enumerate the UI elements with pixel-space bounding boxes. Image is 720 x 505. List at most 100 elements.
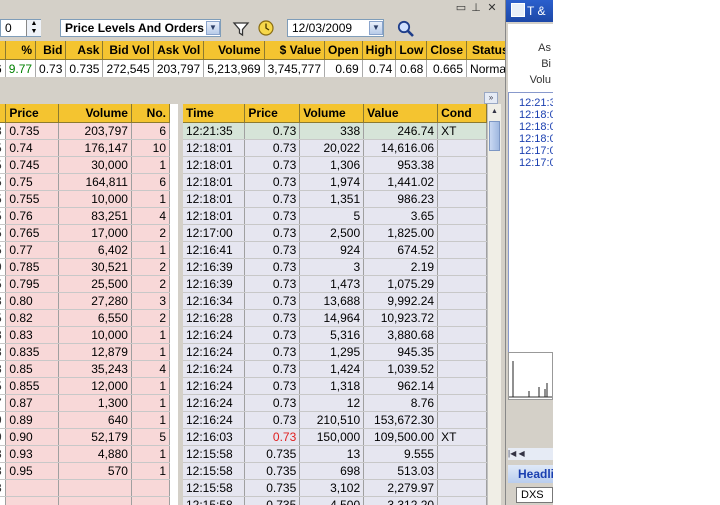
quote-header-cell[interactable]: $ Value [264, 41, 326, 60]
table-row[interactable]: 12:18:01 0.73 1,351 986.23 [183, 190, 487, 208]
quote-header-cell[interactable]: Ask [65, 41, 104, 60]
table-row[interactable]: 70.871,3001 [0, 394, 171, 412]
table-row[interactable] [0, 496, 171, 505]
vertical-scrollbar[interactable]: ▲ [487, 104, 501, 505]
log-time: 12:17:0 [519, 157, 553, 169]
quote-header-cell[interactable]: % [5, 41, 37, 60]
time-cell: 12:16:24 [183, 394, 246, 412]
chevron-down-icon[interactable]: ▼ [369, 21, 383, 35]
table-row[interactable]: 50.74530,0001 [0, 156, 171, 174]
table-row[interactable]: 12:16:28 0.73 14,964 10,923.72 [183, 309, 487, 327]
table-row[interactable]: 50.7683,2514 [0, 207, 171, 225]
table-row[interactable]: 50.75510,0001 [0, 190, 171, 208]
table-row[interactable]: 50.826,5502 [0, 309, 171, 327]
price-cell: 0.90 [5, 428, 59, 446]
table-row[interactable]: 50.85512,0001 [0, 377, 171, 395]
table-row[interactable]: 80.735203,7976 [0, 122, 171, 140]
pin-icon[interactable]: ⊥ [469, 1, 483, 15]
prev-page-icon[interactable]: ◀ [518, 449, 524, 458]
table-row[interactable]: 30.8027,2803 [0, 292, 171, 310]
view-select[interactable]: Price Levels And Orders ▼ [60, 19, 221, 37]
table-row[interactable]: 12:16:24 0.73 1,295 945.35 [183, 343, 487, 361]
table-row[interactable]: 50.776,4021 [0, 241, 171, 259]
table-row[interactable]: 30.8310,0001 [0, 326, 171, 344]
levels-header-price[interactable]: Price [5, 104, 59, 123]
table-row[interactable]: 30.955701 [0, 462, 171, 480]
quote-summary: % Bid Ask Bid Vol Ask Vol Volume $ Value Open Hi… [0, 41, 505, 77]
quote-header-cell[interactable]: Low [395, 41, 428, 60]
table-row[interactable]: 12:16:41 0.73 924 674.52 [183, 241, 487, 259]
table-row[interactable]: 30.934,8801 [0, 445, 171, 463]
table-row[interactable]: 12:18:01 0.73 20,022 14,616.06 [183, 139, 487, 157]
table-row[interactable]: 90.896401 [0, 411, 171, 429]
scrollbar-thumb[interactable] [489, 121, 500, 151]
table-row[interactable]: 12:16:24 0.73 12 8.76 [183, 394, 487, 412]
quote-header-cell[interactable]: Volume [203, 41, 265, 60]
table-row[interactable]: 12:15:58 0.735 3,102 2,279.97 [183, 479, 487, 497]
scroll-up-icon[interactable]: ▲ [489, 105, 500, 119]
restore-window-icon[interactable]: ▭ [454, 1, 468, 15]
table-row[interactable]: 30.8535,2434 [0, 360, 171, 378]
table-row[interactable]: 50.74176,14710 [0, 139, 171, 157]
table-row[interactable]: 50.75164,8116 [0, 173, 171, 191]
table-row[interactable]: 12:16:39 0.73 3 2.19 [183, 258, 487, 276]
levels-header-volume[interactable]: Volume [58, 104, 132, 123]
quote-header-cell[interactable]: Bid [35, 41, 67, 60]
table-row[interactable]: 12:15:58 0.735 13 9.555 [183, 445, 487, 463]
table-row[interactable]: 50.76517,0002 [0, 224, 171, 242]
search-icon[interactable] [396, 19, 416, 39]
table-row[interactable]: 12:16:24 0.73 210,510 153,672.30 [183, 411, 487, 429]
table-row[interactable]: 12:16:24 0.73 1,318 962.14 [183, 377, 487, 395]
quote-header-cell[interactable]: Status [466, 41, 505, 60]
time-cell: 12:16:28 [183, 309, 246, 327]
table-row[interactable]: 12:18:01 0.73 5 3.65 [183, 207, 487, 225]
table-row[interactable]: 90.78530,5212 [0, 258, 171, 276]
table-row[interactable]: 90.9052,1795 [0, 428, 171, 446]
symbol-input[interactable]: DXS [516, 487, 553, 503]
trades-header-cond[interactable]: Cond [437, 104, 487, 123]
quote-header-cell[interactable]: Bid Vol [102, 41, 154, 60]
quote-header-cell[interactable]: High [362, 41, 397, 60]
quote-header-cell[interactable]: Close [426, 41, 468, 60]
table-row[interactable]: 12:15:58 0.735 4,500 3,312.20 [183, 496, 487, 505]
filter-icon[interactable] [232, 20, 250, 38]
quantity-spinner[interactable]: 0 ▲ ▼ [0, 19, 41, 37]
table-row[interactable]: 30.83512,8791 [0, 343, 171, 361]
trades-header-value[interactable]: Value [363, 104, 439, 123]
spinner-arrows-icon[interactable]: ▲ ▼ [26, 20, 41, 36]
side-panel-navigator[interactable]: |◀ ◀ [508, 448, 553, 460]
table-row[interactable]: 12:16:24 0.73 5,316 3,880.68 [183, 326, 487, 344]
trades-header-volume[interactable]: Volume [299, 104, 365, 123]
table-row[interactable]: 12:16:24 0.73 1,424 1,039.52 [183, 360, 487, 378]
table-row[interactable]: 12:16:34 0.73 13,688 9,992.24 [183, 292, 487, 310]
table-row[interactable]: 12:16:03 0.73 150,000 109,500.00 XT [183, 428, 487, 446]
table-row[interactable]: 12:18:01 0.73 1,306 953.38 [183, 156, 487, 174]
headlines-tab[interactable]: Headlin [508, 465, 553, 483]
count-cell: 1 [131, 156, 171, 174]
cond-cell [437, 394, 487, 412]
trades-header-price[interactable]: Price [244, 104, 301, 123]
quote-header-cell[interactable]: Open [324, 41, 363, 60]
table-row[interactable]: 12:16:39 0.73 1,473 1,075.29 [183, 275, 487, 293]
table-row[interactable]: 12:21:35 0.73 338 246.74 XT [183, 122, 487, 140]
chevron-down-icon[interactable]: ▼ [206, 21, 220, 35]
table-row[interactable]: 12:15:58 0.735 698 513.03 [183, 462, 487, 480]
toolbar: 0 ▲ ▼ Price Levels And Orders ▼ 12/03/200… [0, 17, 505, 41]
table-row[interactable]: 12:18:01 0.73 1,974 1,441.02 [183, 173, 487, 191]
value-cell: 109,500.00 [363, 428, 439, 446]
trades-header-time[interactable]: Time [183, 104, 246, 123]
table-row[interactable]: 3 [0, 479, 171, 497]
close-window-icon[interactable]: ✕ [485, 1, 499, 15]
table-row[interactable]: 12:17:00 0.73 2,500 1,825.00 [183, 224, 487, 242]
volume-cell: 12,000 [58, 377, 132, 395]
first-page-icon[interactable]: |◀ [508, 449, 516, 458]
quote-value-cell: 5,213,969 [203, 59, 265, 77]
price-cell: 0.74 [5, 139, 59, 157]
quote-header-cell[interactable]: Ask Vol [153, 41, 205, 60]
levels-header-count[interactable]: No. [131, 104, 171, 123]
table-row[interactable]: 50.79525,5002 [0, 275, 171, 293]
expand-panel-icon[interactable]: » [484, 92, 498, 104]
date-picker[interactable]: 12/03/2009 ▼ [287, 19, 384, 37]
clock-icon[interactable] [257, 19, 275, 37]
price-cell: 0.745 [5, 156, 59, 174]
